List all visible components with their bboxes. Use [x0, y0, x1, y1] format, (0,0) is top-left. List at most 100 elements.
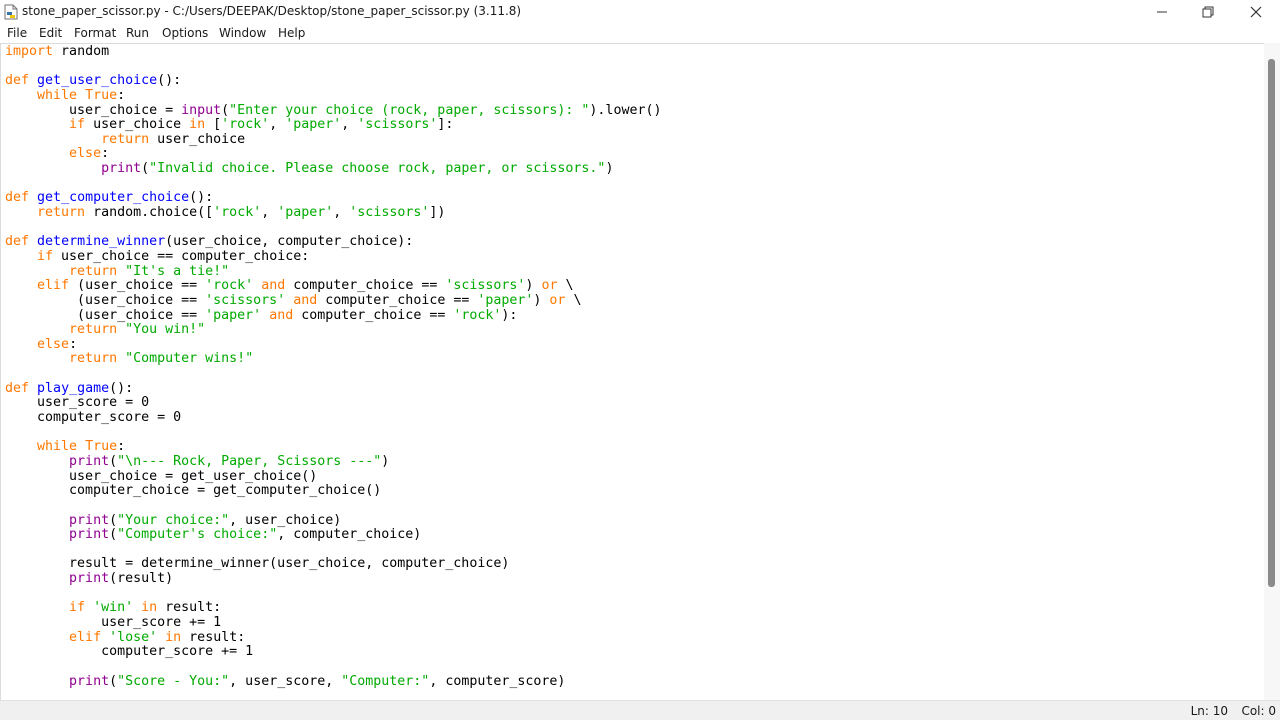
menu-help[interactable]: Help: [278, 26, 305, 40]
code-token: (user_choice ==: [5, 292, 206, 308]
code-line: elif 'lose' in result:: [5, 629, 661, 646]
code-token: play_game: [37, 380, 110, 396]
code-token: "Enter your choice (rock, paper, scissor…: [229, 102, 590, 118]
code-token: 'win': [93, 600, 134, 616]
code-line: def play_game():: [5, 380, 661, 397]
code-token: print: [69, 673, 110, 689]
code-token: result:: [181, 629, 246, 645]
code-token: , user_choice): [229, 512, 342, 528]
code-token: return: [69, 263, 118, 279]
code-line: def get_computer_choice():: [5, 191, 661, 206]
code-line: computer_choice = get_computer_choice(): [5, 483, 661, 499]
code-token: "Computer:": [341, 673, 430, 689]
code-text[interactable]: import random def get_user_choice(): whi…: [5, 44, 662, 689]
code-token: ): [605, 161, 614, 177]
code-token: print: [69, 512, 110, 528]
code-line: print("Invalid choice. Please choose roc…: [5, 161, 661, 177]
code-line: computer_score += 1: [5, 644, 661, 660]
code-token: return: [69, 351, 118, 367]
code-token: user_choice: [149, 131, 246, 147]
code-token: ():: [109, 380, 134, 396]
title-bar: stone_paper_scissor.py - C:/Users/DEEPAK…: [0, 0, 1280, 24]
restore-button[interactable]: [1185, 0, 1231, 24]
menu-format[interactable]: Format: [74, 26, 116, 40]
code-line: if user_choice in ['rock', 'paper', 'sci…: [5, 117, 661, 133]
code-token: :: [117, 87, 126, 103]
menu-bar: File Edit Format Run Options Window Help: [0, 24, 1280, 43]
scrollbar-thumb[interactable]: [1268, 59, 1275, 587]
code-token: ,: [333, 205, 350, 221]
code-token: computer_choice ==: [317, 292, 478, 308]
code-token: get_user_choice: [37, 73, 158, 89]
code-token: ).lower(): [589, 102, 662, 118]
code-token: determine_winner: [37, 234, 166, 250]
close-button[interactable]: [1233, 0, 1279, 24]
code-token: ():: [157, 73, 182, 89]
code-token: 'paper': [277, 205, 334, 221]
code-token: 'paper': [477, 292, 534, 308]
menu-window[interactable]: Window: [219, 26, 266, 40]
status-bar: Ln: 10 Col: 0: [0, 700, 1280, 720]
code-token: computer_score = 0: [5, 410, 182, 426]
code-token: "Computer wins!": [125, 351, 254, 367]
minimize-button[interactable]: [1139, 0, 1185, 24]
code-token: 'paper': [205, 307, 262, 323]
code-token: user_choice: [85, 117, 190, 133]
code-token: ]): [429, 205, 446, 221]
code-line: print("Your choice:", user_choice): [5, 512, 661, 529]
code-token: \: [557, 278, 574, 294]
code-token: def: [5, 380, 30, 396]
code-token: and: [269, 307, 294, 323]
menu-file[interactable]: File: [7, 26, 27, 40]
menu-run[interactable]: Run: [126, 26, 149, 40]
code-token: , user_score,: [229, 673, 342, 689]
code-line: return "You win!": [5, 322, 661, 338]
code-token: (: [109, 527, 118, 543]
code-token: return: [69, 322, 118, 338]
code-line: user_score = 0: [5, 396, 661, 411]
code-token: while: [37, 439, 78, 455]
status-column: Col: 0: [1241, 704, 1276, 718]
menu-edit[interactable]: Edit: [39, 26, 62, 40]
code-token: ): [533, 292, 550, 308]
code-token: computer_choice = get_computer_choice(): [5, 483, 382, 499]
code-line: computer_score = 0: [5, 410, 661, 426]
code-editor[interactable]: import random def get_user_choice(): whi…: [0, 43, 1264, 700]
code-token: (user_choice ==: [5, 307, 206, 323]
status-line: Ln: 10: [1190, 704, 1228, 718]
restore-icon: [1202, 3, 1214, 22]
code-token: user_choice =: [5, 102, 182, 118]
code-token: "You win!": [125, 322, 206, 338]
code-token: (: [109, 673, 118, 689]
code-token: and: [293, 292, 318, 308]
code-token: [: [205, 117, 222, 133]
code-token: if: [69, 117, 86, 133]
vertical-scrollbar[interactable]: [1264, 43, 1280, 700]
code-line: return random.choice(['rock', 'paper', '…: [5, 205, 661, 221]
code-token: "\n--- Rock, Paper, Scissors ---": [117, 453, 382, 469]
code-token: "It's a tie!": [125, 263, 230, 279]
menu-options[interactable]: Options: [162, 26, 208, 40]
